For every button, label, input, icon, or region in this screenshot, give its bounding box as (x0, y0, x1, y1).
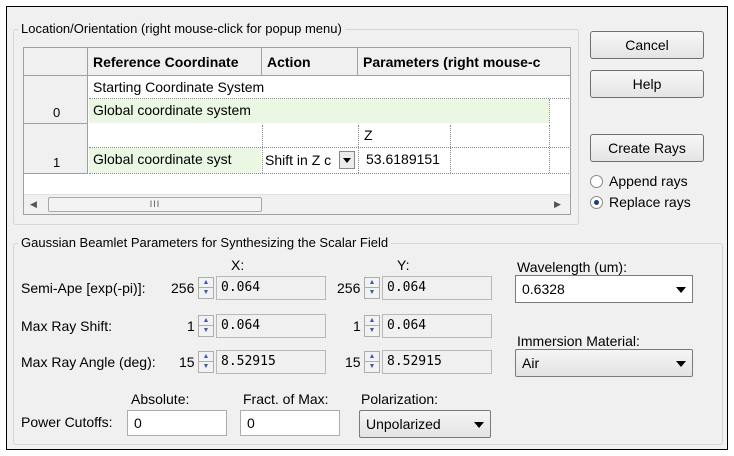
scroll-thumb[interactable]: III (48, 197, 262, 212)
row1-bottom (89, 173, 569, 174)
grid-horizontal-scrollbar[interactable]: ◀ III ▶ (24, 194, 570, 214)
max-ray-shift-x-spinner[interactable]: ▲ ▼ (198, 315, 214, 337)
spin-up-icon[interactable]: ▲ (199, 316, 213, 326)
semi-ape-y-field[interactable]: 0.064 (382, 276, 492, 300)
grid-corner (24, 48, 88, 76)
row0-right-edge (549, 99, 550, 123)
immersion-material-combo[interactable]: Air (515, 349, 693, 377)
semi-ape-x-spin-value: 256 (171, 280, 195, 296)
chevron-down-icon[interactable] (676, 361, 686, 367)
absolute-cutoff-field[interactable]: 0 (127, 410, 227, 436)
polarization-label: Polarization: (361, 391, 439, 407)
fract-of-max-field[interactable]: 0 (240, 410, 340, 436)
max-ray-shift-label: Max Ray Shift: (21, 318, 113, 334)
row-header-0[interactable]: 0 (24, 76, 88, 124)
max-ray-angle-x-field[interactable]: 8.52915 (216, 350, 326, 374)
spin-up-icon[interactable]: ▲ (199, 278, 213, 288)
replace-rays-radio[interactable]: Replace rays (590, 194, 691, 210)
row1-param-value[interactable]: 53.6189151 (360, 148, 450, 173)
col-header-action[interactable]: Action (262, 48, 358, 76)
spin-down-icon[interactable]: ▼ (199, 362, 213, 372)
max-ray-angle-label: Max Ray Angle (deg): (21, 354, 156, 370)
col-header-parameters[interactable]: Parameters (right mouse-c (358, 48, 570, 76)
max-ray-shift-y-field[interactable]: 0.064 (382, 314, 492, 338)
semi-ape-label: Semi-Ape [exp(-pi)]: (21, 280, 146, 296)
replace-rays-radio-icon (590, 195, 603, 209)
row1-reference-cell[interactable]: Global coordinate syst (89, 148, 261, 173)
spin-up-icon[interactable]: ▲ (365, 316, 379, 326)
row1-action-value: Shift in Z c (265, 152, 332, 168)
row0-starting-system[interactable]: Starting Coordinate System (89, 76, 359, 98)
polarization-combo[interactable]: Unpolarized (359, 410, 491, 438)
max-ray-angle-x-spinner[interactable]: ▲ ▼ (198, 351, 214, 373)
location-group-title: Location/Orientation (right mouse-click … (18, 21, 345, 36)
row-index-1: 1 (53, 155, 61, 170)
create-rays-button[interactable]: Create Rays (590, 134, 704, 162)
row0-global-coordinate-cell[interactable]: Global coordinate system (89, 99, 549, 123)
append-rays-radio[interactable]: Append rays (590, 173, 688, 189)
max-ray-angle-y-field[interactable]: 8.52915 (382, 350, 492, 374)
max-ray-angle-y-spinner[interactable]: ▲ ▼ (364, 351, 380, 373)
row1-action-dropdown-icon[interactable] (339, 151, 355, 169)
wavelength-value: 0.6328 (522, 281, 565, 297)
row1-col-divider-c (450, 125, 451, 173)
max-ray-shift-x-field[interactable]: 0.064 (216, 314, 326, 338)
max-ray-angle-y-spin-value: 15 (345, 354, 361, 370)
max-ray-shift-y-spin-value: 1 (353, 318, 361, 334)
row1-action-combo[interactable]: Shift in Z c (263, 148, 357, 173)
semi-ape-y-spin-value: 256 (337, 280, 361, 296)
col-header-reference[interactable]: Reference Coordinate (88, 48, 262, 76)
spin-down-icon[interactable]: ▼ (365, 326, 379, 336)
power-cutoffs-label: Power Cutoffs: (21, 414, 113, 430)
x-header: X: (231, 257, 245, 273)
spin-up-icon[interactable]: ▲ (365, 278, 379, 288)
replace-rays-label: Replace rays (609, 194, 691, 210)
scroll-thumb-grip: III (149, 199, 161, 209)
immersion-material-label: Immersion Material: (517, 333, 640, 349)
help-button[interactable]: Help (590, 70, 704, 98)
ray-dialog: Location/Orientation (right mouse-click … (6, 6, 728, 450)
semi-ape-x-spinner[interactable]: ▲ ▼ (198, 277, 214, 299)
max-ray-shift-x-spin-value: 1 (187, 318, 195, 334)
row-header-1[interactable]: 1 (24, 124, 88, 174)
row1-col-divider-b (358, 125, 359, 173)
append-rays-radio-icon (590, 174, 603, 188)
immersion-material-value: Air (522, 355, 540, 371)
spin-up-icon[interactable]: ▲ (199, 352, 213, 362)
semi-ape-x-field[interactable]: 0.064 (216, 276, 326, 300)
spin-down-icon[interactable]: ▼ (365, 288, 379, 298)
max-ray-shift-y-spinner[interactable]: ▲ ▼ (364, 315, 380, 337)
spin-down-icon[interactable]: ▼ (365, 362, 379, 372)
cancel-button[interactable]: Cancel (590, 31, 704, 59)
absolute-label: Absolute: (131, 391, 190, 407)
wavelength-combo[interactable]: 0.6328 (515, 275, 693, 303)
spin-up-icon[interactable]: ▲ (365, 352, 379, 362)
max-ray-angle-x-spin-value: 15 (179, 354, 195, 370)
row-index-0: 0 (53, 105, 61, 120)
row1-param-label: Z (364, 127, 373, 143)
polarization-value: Unpolarized (366, 416, 441, 432)
spin-down-icon[interactable]: ▼ (199, 288, 213, 298)
row1-col-divider-d (549, 125, 550, 173)
location-grid[interactable]: Reference Coordinate Action Parameters (… (23, 47, 571, 215)
chevron-down-icon[interactable] (474, 422, 484, 428)
wavelength-label: Wavelength (um): (517, 259, 627, 275)
scroll-right-icon[interactable]: ▶ (554, 199, 561, 210)
y-header: Y: (397, 257, 410, 273)
scroll-left-icon[interactable]: ◀ (30, 199, 37, 210)
gaussian-group-title: Gaussian Beamlet Parameters for Synthesi… (18, 235, 392, 250)
spin-down-icon[interactable]: ▼ (199, 326, 213, 336)
fract-of-max-label: Fract. of Max: (243, 391, 329, 407)
append-rays-label: Append rays (609, 173, 688, 189)
semi-ape-y-spinner[interactable]: ▲ ▼ (364, 277, 380, 299)
chevron-down-icon[interactable] (676, 287, 686, 293)
